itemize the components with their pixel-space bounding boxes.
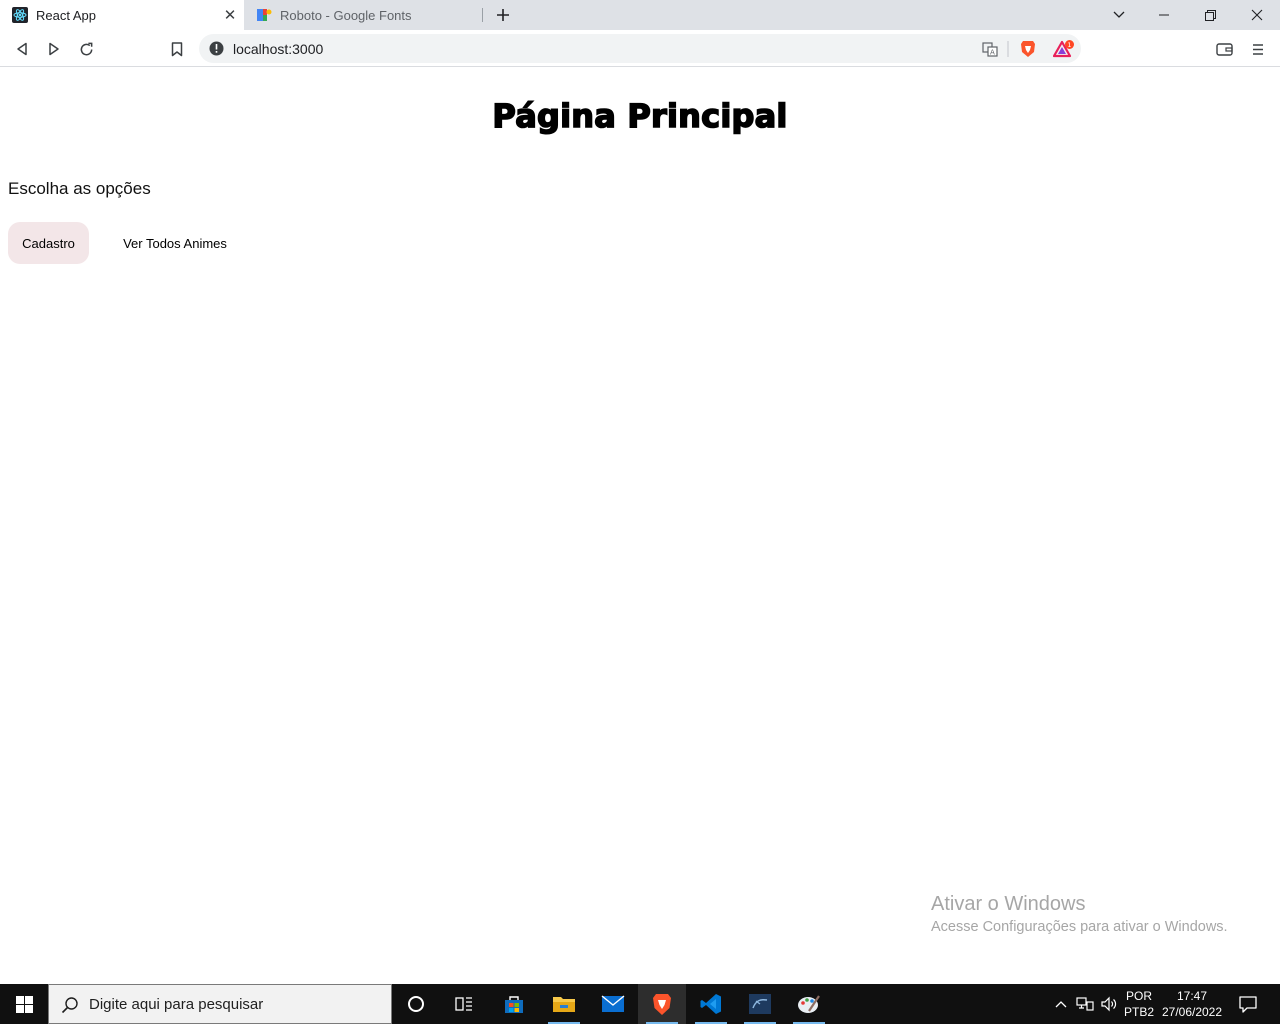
rewards-badge: 1: [1067, 41, 1071, 49]
clock-date: 27/06/2022: [1161, 1005, 1223, 1019]
windows-logo-icon: [15, 995, 33, 1013]
tab-strip: React App ✕ Roboto - Google Fonts: [0, 0, 1280, 30]
paint-button[interactable]: [785, 984, 833, 1024]
close-tab-icon[interactable]: ✕: [222, 7, 238, 24]
reload-icon: [80, 42, 92, 55]
close-window-button[interactable]: [1234, 0, 1280, 30]
watermark-subtitle: Acesse Configurações para ativar o Windo…: [931, 919, 1228, 935]
input-language-indicator[interactable]: POR PTB2: [1122, 988, 1156, 1020]
tab-title: Roboto - Google Fonts: [280, 7, 412, 23]
clock-time: 17:47: [1176, 989, 1208, 1003]
tab-title: React App: [36, 7, 96, 23]
page-content: Página Principal Escolha as opções Cadas…: [0, 67, 1280, 983]
site-info-icon[interactable]: [209, 41, 224, 56]
clock[interactable]: 17:47 27/06/2022: [1158, 988, 1226, 1020]
task-view-icon: [455, 997, 472, 1011]
tab-roboto-google-fonts[interactable]: Roboto - Google Fonts: [244, 0, 482, 30]
address-bar[interactable]: localhost:3000 A 1: [199, 34, 1081, 63]
taskbar-search-box[interactable]: Digite aqui para pesquisar: [48, 984, 392, 1024]
forward-button[interactable]: [42, 37, 66, 61]
wallet-icon: [1215, 43, 1233, 56]
volume-button[interactable]: [1098, 984, 1120, 1024]
back-button[interactable]: [10, 37, 34, 61]
brave-icon: [653, 993, 671, 1015]
keyboard-layout: PTB2: [1123, 1005, 1154, 1019]
react-icon: [12, 7, 28, 23]
windows-taskbar: Digite aqui para pesquisar POR PTB2 17:4…: [0, 984, 1280, 1024]
microsoft-store-button[interactable]: [490, 984, 538, 1024]
mail-icon: [601, 995, 625, 1012]
bookmark-icon: [171, 41, 183, 56]
bookmark-button[interactable]: [165, 37, 189, 61]
mysql-workbench-icon: [749, 994, 771, 1014]
reload-button[interactable]: [74, 37, 98, 61]
cortana-icon: [408, 996, 424, 1012]
plus-icon: [497, 9, 509, 21]
volume-icon: [1101, 996, 1117, 1012]
url-text: localhost:3000: [233, 41, 324, 57]
close-icon: [1251, 9, 1263, 21]
subtitle: Escolha as opções: [8, 179, 151, 198]
svg-text:A: A: [990, 49, 995, 57]
start-button[interactable]: [0, 984, 48, 1024]
paint-icon: [798, 995, 820, 1013]
cadastro-button[interactable]: Cadastro: [8, 222, 89, 264]
tab-divider: [482, 8, 483, 22]
tab-search-button[interactable]: [1096, 0, 1142, 30]
page-title: Página Principal: [492, 96, 789, 136]
cortana-button[interactable]: [392, 984, 440, 1024]
search-placeholder: Digite aqui para pesquisar: [89, 996, 264, 1013]
brave-rewards-icon[interactable]: 1: [1053, 40, 1075, 58]
language-code: POR: [1125, 989, 1152, 1003]
file-explorer-icon: [553, 997, 575, 1012]
file-explorer-button[interactable]: [540, 984, 588, 1024]
ver-todos-animes-button[interactable]: Ver Todos Animes: [108, 222, 242, 264]
minimize-icon: [1159, 14, 1169, 16]
browser-toolbar: localhost:3000 A 1: [0, 30, 1280, 67]
omnibox-divider: [1007, 41, 1009, 57]
action-center-button[interactable]: [1228, 984, 1268, 1024]
vscode-icon: [700, 994, 721, 1014]
chevron-up-icon: [1055, 1001, 1067, 1008]
notification-icon: [1239, 995, 1257, 1013]
google-fonts-icon: [256, 7, 272, 23]
show-hidden-icons-button[interactable]: [1050, 984, 1072, 1024]
chevron-down-icon: [1113, 11, 1125, 18]
task-view-button[interactable]: [440, 984, 488, 1024]
new-tab-button[interactable]: [493, 5, 513, 25]
mail-button[interactable]: [589, 984, 637, 1024]
brave-browser-button[interactable]: [638, 984, 686, 1024]
minimize-button[interactable]: [1141, 0, 1187, 30]
windows-activation-watermark: Ativar o Windows Acesse Configurações pa…: [931, 893, 1228, 935]
network-button[interactable]: [1074, 984, 1096, 1024]
mysql-workbench-button[interactable]: [736, 984, 784, 1024]
translate-icon[interactable]: A: [981, 40, 999, 58]
vscode-button[interactable]: [687, 984, 735, 1024]
restore-icon: [1204, 9, 1216, 21]
network-icon: [1076, 997, 1094, 1011]
tab-react-app[interactable]: React App ✕: [0, 0, 244, 30]
main-menu-button[interactable]: [1246, 37, 1270, 61]
watermark-title: Ativar o Windows: [931, 893, 1086, 915]
brave-shields-icon[interactable]: [1019, 40, 1037, 58]
hamburger-menu-icon: [1253, 43, 1263, 55]
microsoft-store-icon: [505, 996, 523, 1013]
back-icon: [17, 42, 27, 56]
forward-icon: [49, 42, 59, 56]
search-icon: [61, 996, 79, 1014]
restore-button[interactable]: [1187, 0, 1233, 30]
wallet-button[interactable]: [1212, 37, 1236, 61]
